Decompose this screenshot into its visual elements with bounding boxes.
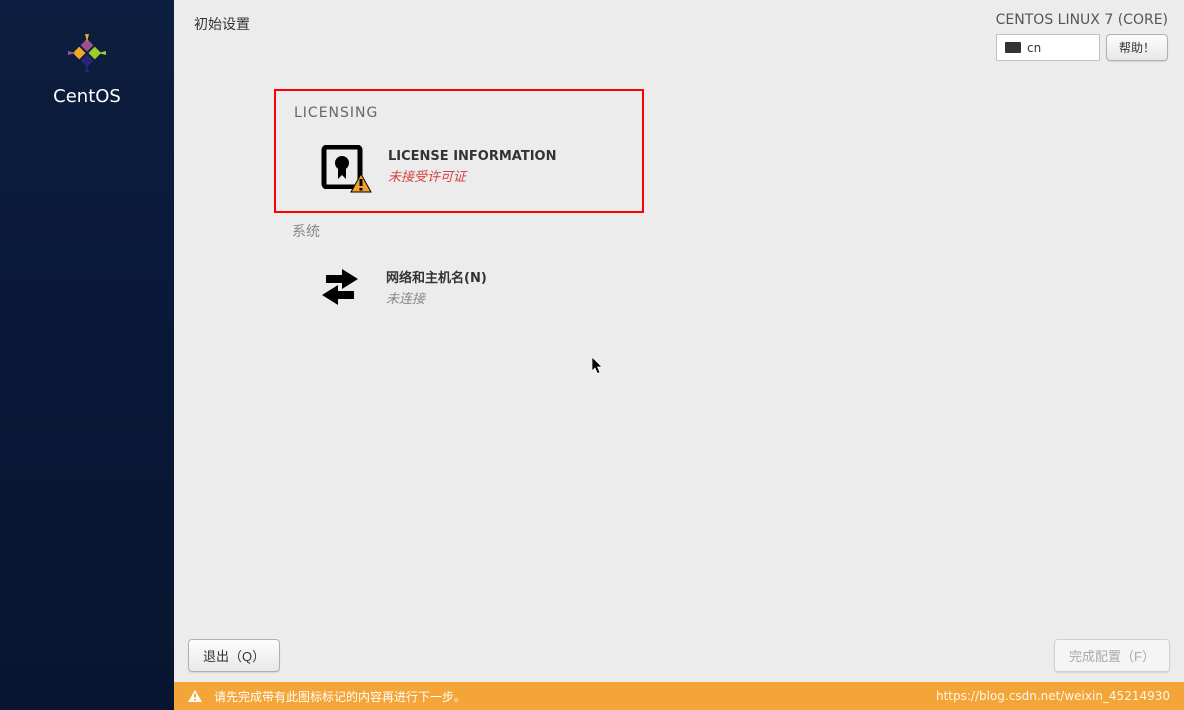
footer-buttons: 退出（Q） 完成配置（F） xyxy=(188,639,1170,672)
license-title: LICENSE INFORMATION xyxy=(388,149,556,164)
warning-message: 请先完成带有此图标标记的内容再进行下一步。 xyxy=(214,688,466,705)
page-title: 初始设置 xyxy=(194,12,250,34)
license-labels: LICENSE INFORMATION 未接受许可证 xyxy=(388,149,556,185)
watermark-text: https://blog.csdn.net/weixin_45214930 xyxy=(936,689,1170,703)
licensing-section: LICENSING LICENSE INFORMATION xyxy=(274,89,644,213)
network-hostname-spoke[interactable]: 网络和主机名(N) 未连接 xyxy=(312,263,1164,311)
system-section-title: 系统 xyxy=(292,221,1164,241)
license-information-spoke[interactable]: LICENSE INFORMATION 未接受许可证 xyxy=(314,143,624,191)
warning-left: 请先完成带有此图标标记的内容再进行下一步。 xyxy=(188,688,466,705)
warning-triangle-icon xyxy=(188,690,202,702)
centos-logo-icon xyxy=(62,28,112,78)
brand-text: CentOS xyxy=(53,86,121,107)
network-status: 未连接 xyxy=(386,288,487,307)
network-title: 网络和主机名(N) xyxy=(386,267,487,286)
keyboard-icon xyxy=(1005,42,1021,53)
quit-button[interactable]: 退出（Q） xyxy=(188,639,280,672)
network-icon-wrap xyxy=(312,263,368,311)
license-icon-wrap xyxy=(314,143,370,191)
distro-name: CENTOS LINUX 7 (CORE) xyxy=(996,12,1168,28)
header-controls: cn 帮助！ xyxy=(996,34,1168,61)
keyboard-lang: cn xyxy=(1027,41,1041,55)
content-area: LICENSING LICENSE INFORMATION xyxy=(174,65,1184,311)
keyboard-indicator[interactable]: cn xyxy=(996,34,1100,61)
sidebar: CentOS xyxy=(0,0,174,710)
licensing-section-title: LICENSING xyxy=(294,105,624,121)
warning-overlay-icon xyxy=(350,173,372,193)
system-section: 系统 网络和主机名(N) 未连接 xyxy=(274,221,1164,311)
main-panel: 初始设置 CENTOS LINUX 7 (CORE) cn 帮助！ LICENS… xyxy=(174,0,1184,710)
finish-configuration-button[interactable]: 完成配置（F） xyxy=(1054,639,1170,672)
network-arrows-icon xyxy=(314,263,366,311)
warning-bar: 请先完成带有此图标标记的内容再进行下一步。 https://blog.csdn.… xyxy=(174,682,1184,710)
help-button[interactable]: 帮助！ xyxy=(1106,34,1168,61)
license-status: 未接受许可证 xyxy=(388,166,556,185)
network-labels: 网络和主机名(N) 未连接 xyxy=(386,267,487,307)
header: 初始设置 CENTOS LINUX 7 (CORE) cn 帮助！ xyxy=(174,0,1184,65)
header-right: CENTOS LINUX 7 (CORE) cn 帮助！ xyxy=(996,12,1168,61)
